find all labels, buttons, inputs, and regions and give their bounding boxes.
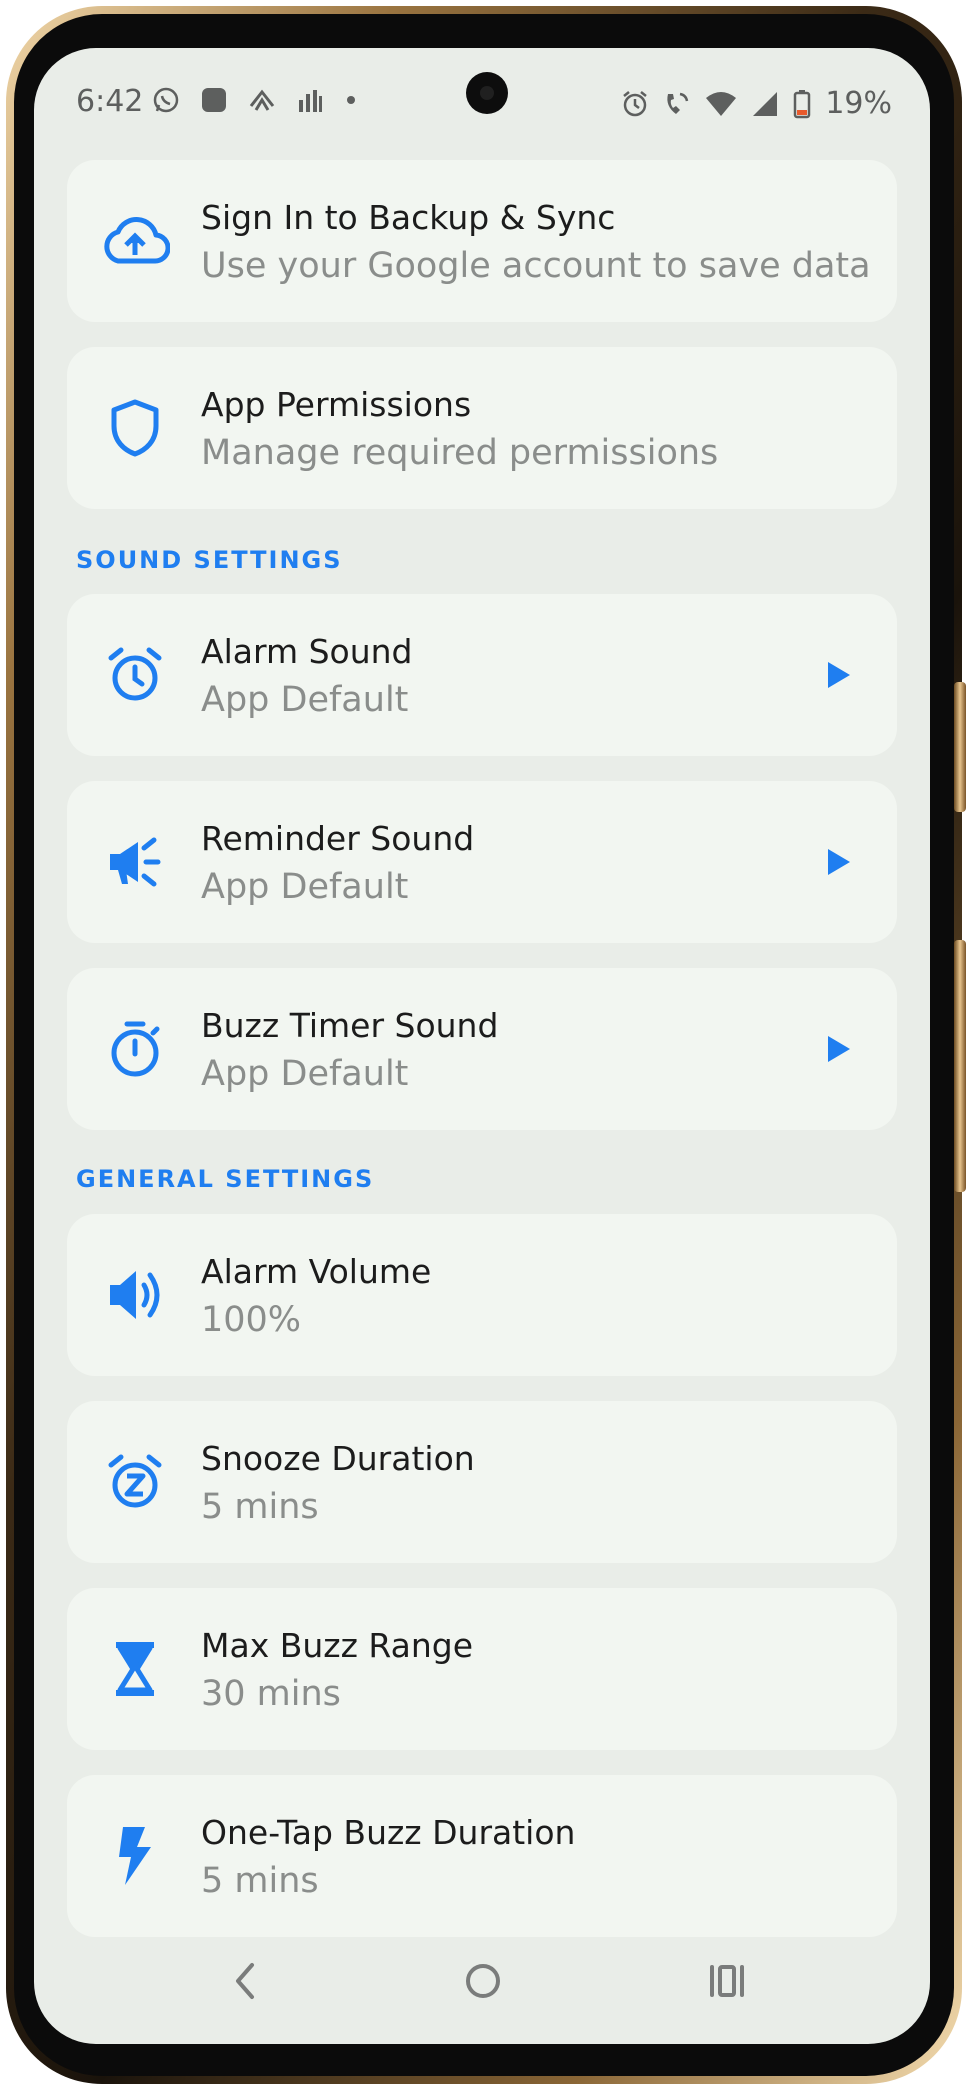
permissions-subtitle: Manage required permissions xyxy=(201,433,719,473)
home-icon[interactable] xyxy=(458,1956,508,2006)
signal-app-icon xyxy=(249,89,275,111)
alarm-sound-row[interactable]: Alarm Sound App Default xyxy=(67,594,897,756)
back-icon[interactable] xyxy=(220,1956,270,2006)
battery-percent: 19% xyxy=(825,86,892,121)
play-alarm-sound-button[interactable] xyxy=(821,657,857,693)
snooze-duration-value: 5 mins xyxy=(201,1487,319,1527)
cellular-icon xyxy=(753,91,778,116)
notification-icon xyxy=(299,90,322,112)
alarm-icon xyxy=(623,90,648,116)
status-right-icons: 19% xyxy=(621,86,892,121)
alarm-clock-icon xyxy=(95,635,175,715)
dot-icon xyxy=(347,96,355,104)
play-buzz-timer-sound-button[interactable] xyxy=(821,1031,857,1067)
play-icon xyxy=(828,849,850,875)
alarm-volume-value: 100% xyxy=(201,1300,302,1340)
backup-sync-card[interactable]: Sign In to Backup & Sync Use your Google… xyxy=(67,160,897,322)
play-reminder-sound-button[interactable] xyxy=(821,844,857,880)
one-tap-buzz-duration-value: 5 mins xyxy=(201,1861,319,1901)
lightning-icon xyxy=(95,1816,175,1896)
megaphone-icon xyxy=(95,822,175,902)
alarm-volume-title: Alarm Volume xyxy=(201,1252,432,1291)
volume-icon xyxy=(95,1255,175,1335)
general-settings-header: GENERAL SETTINGS xyxy=(76,1165,375,1193)
play-icon xyxy=(828,662,850,688)
max-buzz-range-value: 30 mins xyxy=(201,1674,341,1714)
stopwatch-icon xyxy=(95,1009,175,1089)
one-tap-buzz-duration-title: One-Tap Buzz Duration xyxy=(201,1813,576,1852)
front-camera xyxy=(466,72,508,114)
buzz-timer-sound-row[interactable]: Buzz Timer Sound App Default xyxy=(67,968,897,1130)
wifi-icon xyxy=(706,91,737,116)
backup-title: Sign In to Backup & Sync xyxy=(201,198,616,237)
alarm-volume-row[interactable]: Alarm Volume 100% xyxy=(67,1214,897,1376)
shield-icon xyxy=(95,388,175,468)
backup-subtitle: Use your Google account to save data xyxy=(201,246,871,286)
volume-button xyxy=(954,682,966,812)
status-left-icons xyxy=(152,86,358,114)
reminder-sound-row[interactable]: Reminder Sound App Default xyxy=(67,781,897,943)
hourglass-icon xyxy=(95,1629,175,1709)
recent-apps-icon[interactable] xyxy=(702,1956,752,2006)
status-time: 6:42 xyxy=(76,84,144,119)
max-buzz-range-row[interactable]: Max Buzz Range 30 mins xyxy=(67,1588,897,1750)
reminder-sound-value: App Default xyxy=(201,867,409,907)
sound-settings-header: SOUND SETTINGS xyxy=(76,546,343,574)
screen: 6:42 19% Sign In to Backup & Sync Use yo… xyxy=(34,48,930,2044)
alarm-sound-title: Alarm Sound xyxy=(201,632,413,671)
buzz-timer-sound-title: Buzz Timer Sound xyxy=(201,1006,499,1045)
cloud-upload-icon xyxy=(95,201,175,281)
whatsapp-icon xyxy=(153,87,179,113)
snooze-duration-title: Snooze Duration xyxy=(201,1439,475,1478)
snooze-icon xyxy=(95,1442,175,1522)
battery-icon xyxy=(794,89,811,118)
snooze-duration-row[interactable]: Snooze Duration 5 mins xyxy=(67,1401,897,1563)
permissions-title: App Permissions xyxy=(201,385,472,424)
alarm-sound-value: App Default xyxy=(201,680,409,720)
app-permissions-card[interactable]: App Permissions Manage required permissi… xyxy=(67,347,897,509)
power-button xyxy=(954,940,966,1192)
status-bar: 6:42 19% xyxy=(34,48,930,158)
app-square-icon xyxy=(202,88,226,112)
play-icon xyxy=(828,1036,850,1062)
reminder-sound-title: Reminder Sound xyxy=(201,819,475,858)
navigation-bar xyxy=(34,1928,930,2028)
buzz-timer-sound-value: App Default xyxy=(201,1054,409,1094)
max-buzz-range-title: Max Buzz Range xyxy=(201,1626,473,1665)
one-tap-buzz-duration-row[interactable]: One-Tap Buzz Duration 5 mins xyxy=(67,1775,897,1937)
wifi-calling-icon xyxy=(667,92,689,114)
